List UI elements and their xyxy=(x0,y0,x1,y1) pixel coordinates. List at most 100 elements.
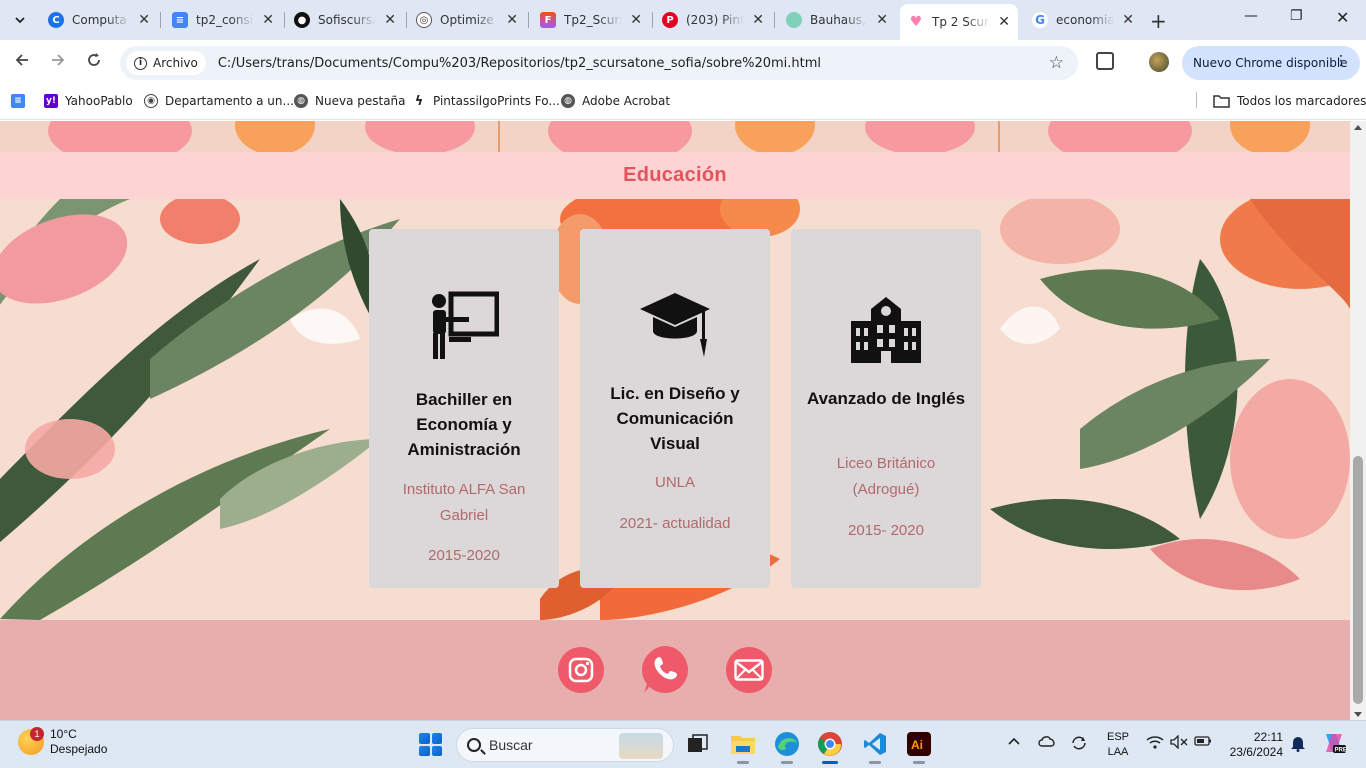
bell-icon[interactable] xyxy=(1290,734,1306,755)
header-banner xyxy=(0,121,1350,152)
minimize-button[interactable]: — xyxy=(1244,8,1258,24)
svg-text:PRE: PRE xyxy=(1335,748,1347,754)
folder-icon xyxy=(731,736,755,754)
tab-2[interactable]: ● Sofiscursa ✕ xyxy=(286,6,404,34)
close-icon[interactable]: ✕ xyxy=(752,12,764,28)
bookmark-nueva-pestana[interactable]: ◍ Nueva pestaña xyxy=(294,94,406,108)
show-hidden-icons-button[interactable] xyxy=(1008,735,1020,749)
tab-favicon-icon: C xyxy=(48,12,64,28)
degree-name: Avanzado de Inglés xyxy=(806,389,966,408)
url-text[interactable]: C:/Users/trans/Documents/Compu%203/Repos… xyxy=(218,56,821,71)
tab-0[interactable]: C Computa ✕ xyxy=(40,6,158,34)
battery-icon[interactable] xyxy=(1194,735,1212,750)
close-window-button[interactable]: ✕ xyxy=(1336,8,1349,27)
instagram-button[interactable] xyxy=(558,647,604,693)
bookmark-yahoo[interactable]: y! YahooPablo xyxy=(44,94,133,108)
sync-icon[interactable] xyxy=(1070,735,1088,754)
all-bookmarks[interactable]: Todos los marcadores xyxy=(1213,94,1366,108)
email-button[interactable] xyxy=(726,647,772,693)
bookmarks-divider xyxy=(1196,92,1197,108)
degree-years: 2015-2020 xyxy=(428,547,500,564)
close-icon[interactable]: ✕ xyxy=(998,14,1010,30)
file-explorer-button[interactable] xyxy=(728,729,758,764)
chrome-button[interactable] xyxy=(815,729,845,764)
close-icon[interactable]: ✕ xyxy=(138,12,150,28)
openai-icon: ◎ xyxy=(416,12,432,28)
tab-separator xyxy=(774,12,775,28)
tab-7-active[interactable]: ♥ Tp 2 Scurs ✕ xyxy=(900,4,1018,40)
search-icon xyxy=(467,738,481,752)
site-info-chip[interactable]: i Archivo xyxy=(126,51,206,75)
new-tab-button[interactable]: + xyxy=(1150,9,1167,33)
tab-search-button[interactable] xyxy=(8,8,32,32)
chrome-update-button[interactable]: Nuevo Chrome disponible ⋮ xyxy=(1182,46,1360,80)
tab-8[interactable]: G economia ✕ xyxy=(1024,6,1142,34)
tab-title: Computa xyxy=(72,13,127,27)
system-clock[interactable]: 22:11 23/6/2024 xyxy=(1227,730,1283,760)
scroll-down-icon[interactable] xyxy=(1354,712,1362,717)
close-icon[interactable]: ✕ xyxy=(876,12,888,28)
volume-muted-icon[interactable] xyxy=(1170,734,1188,752)
education-card: Bachiller en Economía y Aministración In… xyxy=(369,229,559,588)
tab-5[interactable]: P (203) Pint ✕ xyxy=(654,6,772,34)
page-scrollbar[interactable] xyxy=(1350,121,1366,721)
start-button[interactable] xyxy=(419,733,442,756)
windows-taskbar: 1 10°C Despejado Buscar Ai ESP LAA 22:11… xyxy=(0,720,1366,768)
pinterest-icon: P xyxy=(662,12,678,28)
scroll-up-icon[interactable] xyxy=(1354,125,1362,130)
task-view-button[interactable] xyxy=(683,729,713,759)
edge-button[interactable] xyxy=(772,729,802,764)
github-icon: ● xyxy=(294,12,310,28)
forward-button[interactable] xyxy=(50,52,66,72)
bookmark-pintassilgo[interactable]: ϟ PintassilgoPrints Fo... xyxy=(412,93,560,109)
institution-name: UNLA xyxy=(654,474,695,491)
bolt-icon: ϟ xyxy=(414,93,424,109)
vscode-button[interactable] xyxy=(860,729,890,764)
weather-widget[interactable]: 1 10°C Despejado xyxy=(18,727,107,757)
chevron-down-icon xyxy=(15,17,25,24)
search-highlight-image xyxy=(619,733,663,759)
bookmark-departamento[interactable]: ◉ Departamento a un... xyxy=(144,94,294,108)
taskbar-search[interactable]: Buscar xyxy=(456,728,674,762)
tab-separator xyxy=(406,12,407,28)
site-info-label: Archivo xyxy=(153,56,198,70)
back-button[interactable] xyxy=(14,52,30,72)
onedrive-icon[interactable] xyxy=(1038,735,1056,750)
bookmark-adobe[interactable]: ◍ Adobe Acrobat xyxy=(561,94,670,108)
tab-title: tp2_consi xyxy=(196,13,254,27)
tab-3[interactable]: ◎ Optimize ✕ xyxy=(408,6,526,34)
tab-separator xyxy=(160,12,161,28)
school-building-icon xyxy=(791,295,981,365)
tab-4[interactable]: F Tp2_Scurs ✕ xyxy=(532,6,650,34)
close-icon[interactable]: ✕ xyxy=(262,12,274,28)
close-icon[interactable]: ✕ xyxy=(384,12,396,28)
bookmark-star-icon[interactable]: ☆ xyxy=(1049,53,1064,73)
phone-button[interactable] xyxy=(642,646,688,693)
language-code: ESP xyxy=(1106,731,1129,743)
tab-strip: C Computa ✕ ≡ tp2_consi ✕ ● Sofiscursa ✕… xyxy=(0,0,1366,40)
all-bookmarks-label: Todos los marcadores xyxy=(1237,94,1366,108)
extensions-icon[interactable] xyxy=(1096,52,1114,70)
close-icon[interactable]: ✕ xyxy=(630,12,642,28)
bookmark-docs[interactable]: ≡ xyxy=(11,94,32,108)
bookmarks-bar: ≡ y! YahooPablo ◉ Departamento a un... ◍… xyxy=(0,86,1366,120)
restore-button[interactable]: ❐ xyxy=(1290,8,1303,24)
address-bar[interactable]: i Archivo C:/Users/trans/Documents/Compu… xyxy=(120,46,1078,80)
tab-1[interactable]: ≡ tp2_consi ✕ xyxy=(164,6,282,34)
notification-badge: 1 xyxy=(30,727,44,741)
illustrator-icon: Ai xyxy=(907,732,931,756)
copilot-icon[interactable]: PRE xyxy=(1322,732,1347,757)
close-icon[interactable]: ✕ xyxy=(1122,12,1134,28)
language-indicator[interactable]: ESP LAA xyxy=(1104,730,1132,760)
illustrator-button[interactable]: Ai xyxy=(904,729,934,764)
tab-6[interactable]: ● Bauhaus, ✕ xyxy=(778,6,896,34)
wifi-icon[interactable] xyxy=(1146,735,1164,752)
close-icon[interactable]: ✕ xyxy=(506,12,518,28)
avatar[interactable] xyxy=(1149,52,1169,72)
docs-icon: ≡ xyxy=(11,94,25,108)
tab-title: Tp2_Scurs xyxy=(564,13,622,27)
menu-dots-icon[interactable]: ⋮ xyxy=(1334,53,1348,69)
education-header: Educación xyxy=(0,152,1350,199)
reload-button[interactable] xyxy=(86,52,102,72)
scrollbar-thumb[interactable] xyxy=(1353,456,1363,704)
